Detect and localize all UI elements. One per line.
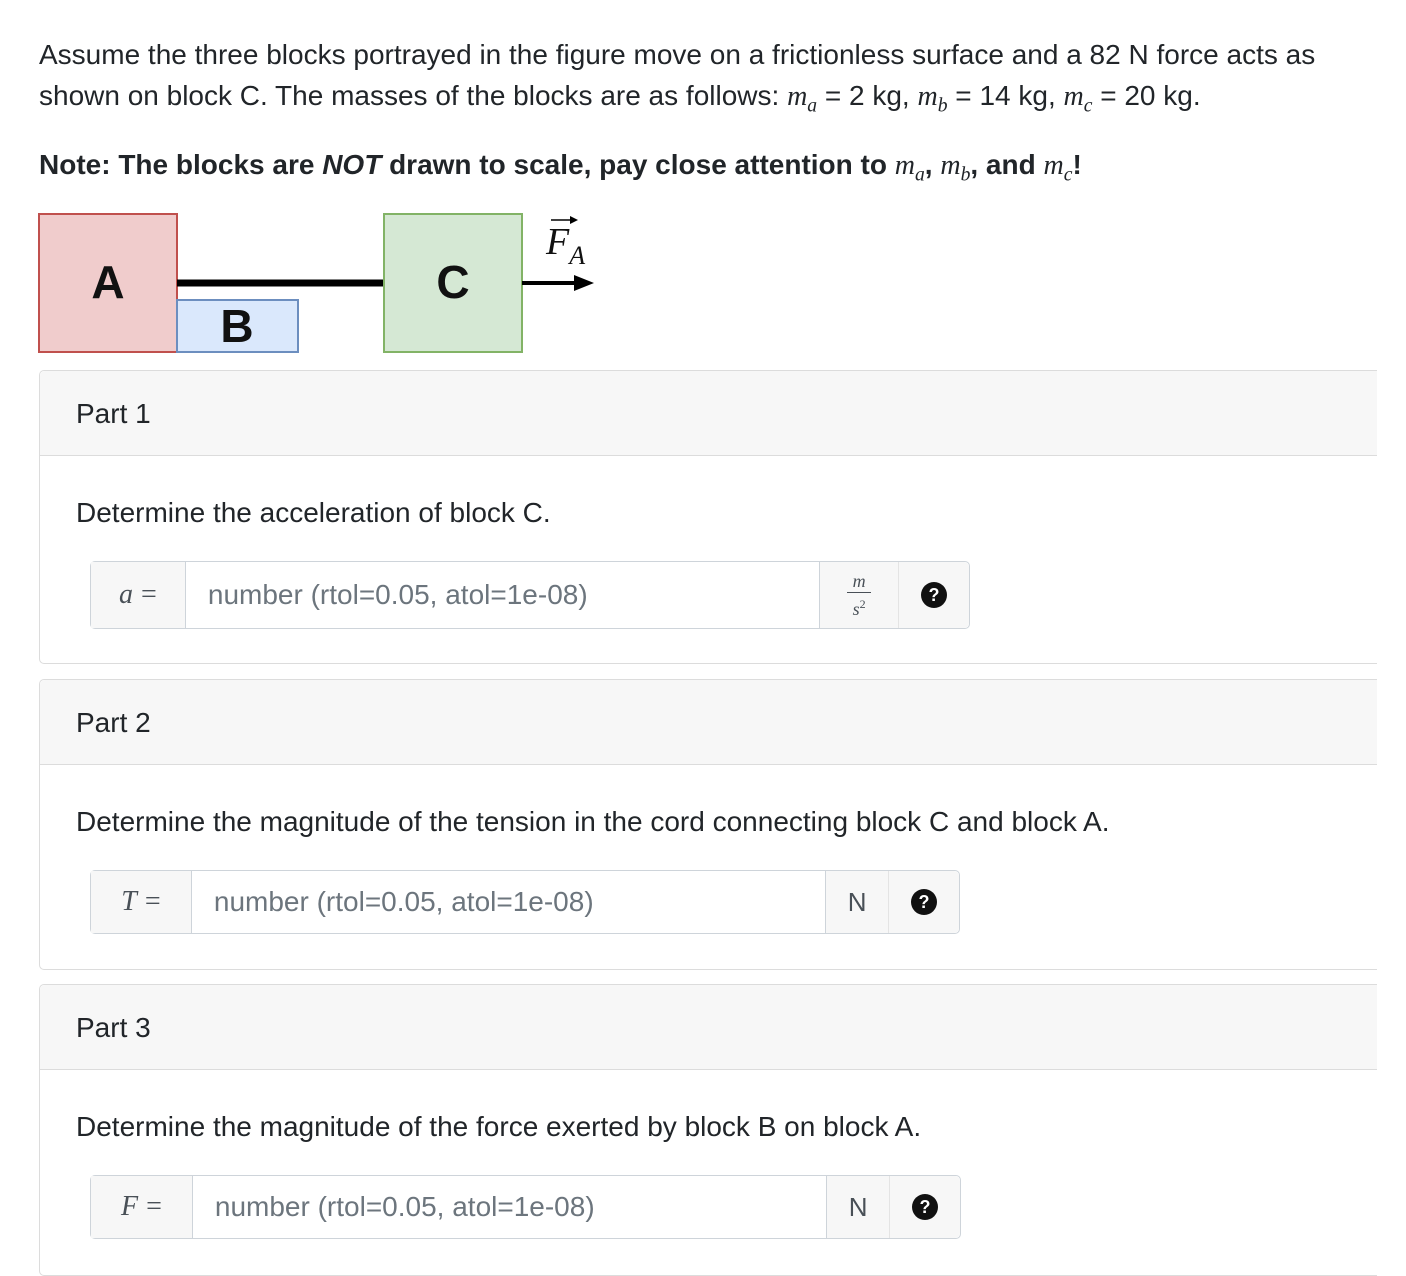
part-3-unit: N xyxy=(826,1176,890,1238)
blocks-figure: A B C FA xyxy=(38,213,594,353)
mass-b-value: = 14 kg, xyxy=(947,80,1064,111)
part-1-help-cell: ? xyxy=(898,562,970,628)
mass-a-value: = 2 kg, xyxy=(817,80,918,111)
part-1-variable: a = xyxy=(91,562,186,628)
problem-statement: Assume the three blocks portrayed in the… xyxy=(39,34,1369,127)
mass-a-symbol: ma xyxy=(787,81,818,117)
note: Note: The blocks are NOT drawn to scale,… xyxy=(39,149,1082,186)
part-2-help-cell: ? xyxy=(888,871,959,933)
part-3-answer-input[interactable] xyxy=(192,1176,827,1238)
part-3-answer-group: F= N ? xyxy=(90,1175,961,1239)
part-1-answer-group: a= ms2 ? xyxy=(90,561,970,629)
mass-b-symbol: mb xyxy=(917,81,948,117)
help-icon[interactable]: ? xyxy=(921,582,948,608)
part-2-header: Part 2 xyxy=(40,680,1377,765)
vector-arrow-mark-head xyxy=(570,216,578,224)
part-2-answer-group: T= N ? xyxy=(90,870,960,934)
part-1-title: Part 1 xyxy=(76,398,151,429)
part-1-answer-input[interactable] xyxy=(185,562,820,628)
part-3-help-cell: ? xyxy=(889,1176,960,1238)
mass-c-symbol: mc xyxy=(1063,81,1093,117)
help-icon[interactable]: ? xyxy=(911,889,938,915)
force-arrow-head xyxy=(574,275,594,291)
block-c-label: C xyxy=(436,256,469,308)
part-2-card: Part 2 Determine the magnitude of the te… xyxy=(39,679,1377,970)
part-2-question: Determine the magnitude of the tension i… xyxy=(76,806,1110,837)
force-label: FA xyxy=(545,221,585,270)
part-3-question: Determine the magnitude of the force exe… xyxy=(76,1111,922,1142)
part-2-unit: N xyxy=(825,871,889,933)
part-3-header: Part 3 xyxy=(40,985,1377,1070)
block-a-label: A xyxy=(91,256,124,308)
part-1-header: Part 1 xyxy=(40,371,1377,456)
part-1-unit: m s2 xyxy=(819,562,899,628)
part-2-answer-input[interactable] xyxy=(191,871,826,933)
part-3-card: Part 3 Determine the magnitude of the fo… xyxy=(39,984,1377,1276)
part-2-variable: T = xyxy=(91,871,192,933)
part-1-question: Determine the acceleration of block C. xyxy=(76,497,551,528)
part-3-variable: F = xyxy=(91,1176,193,1238)
part-3-title: Part 3 xyxy=(76,1012,151,1043)
part-2-title: Part 2 xyxy=(76,707,151,738)
mass-c-value: = 20 kg. xyxy=(1092,80,1201,111)
block-b-label: B xyxy=(220,300,253,352)
part-1-card: Part 1 Determine the acceleration of blo… xyxy=(39,370,1377,664)
help-icon[interactable]: ? xyxy=(912,1194,939,1220)
